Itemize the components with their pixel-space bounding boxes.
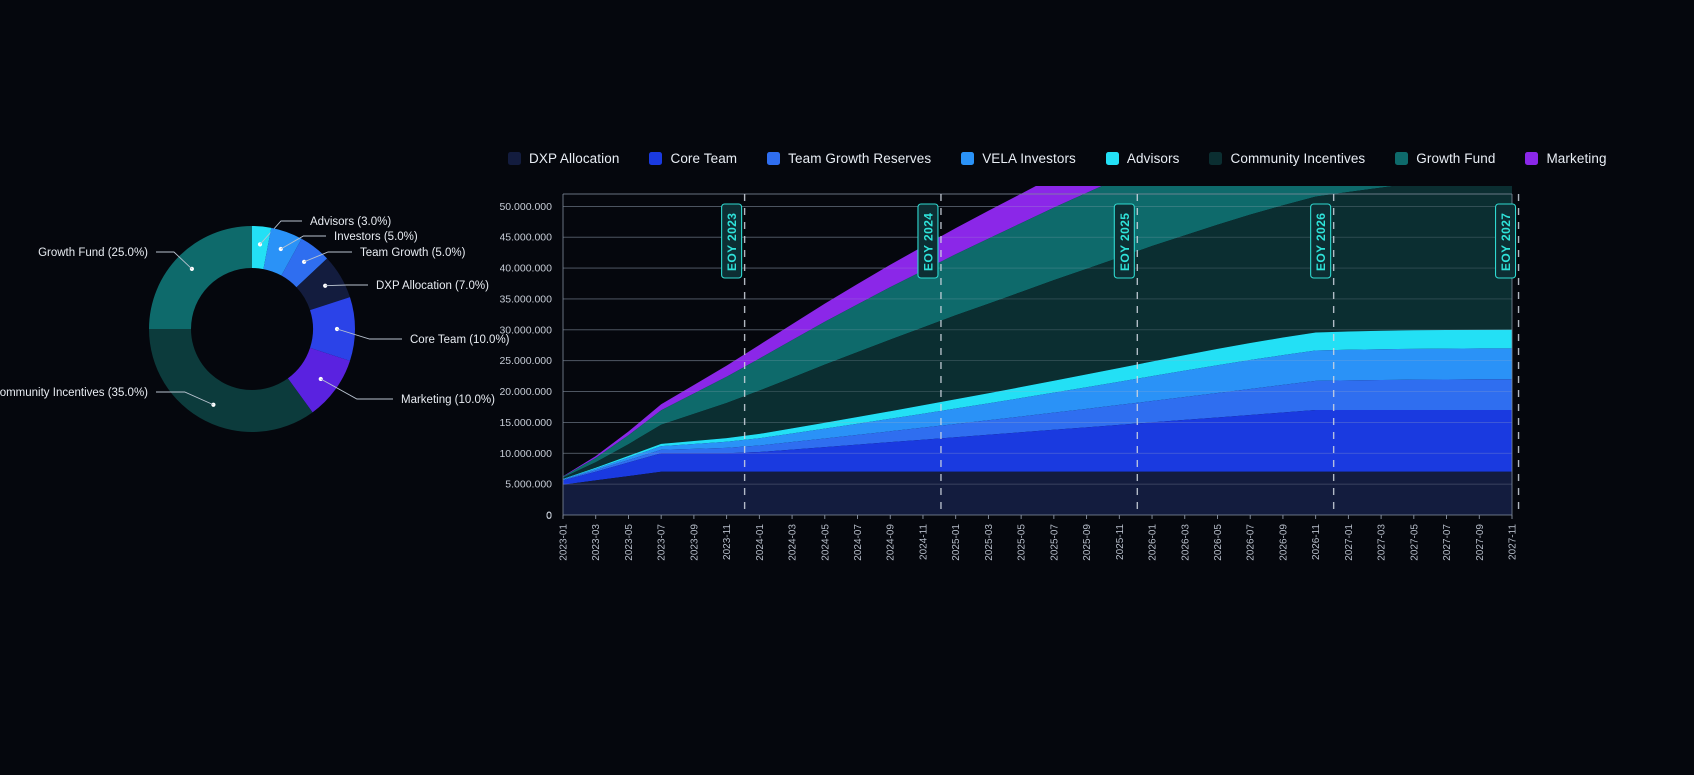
legend-swatch-icon — [767, 152, 781, 165]
x-axis-tick-label: 2024-09 — [886, 524, 897, 561]
donut-label-marketing: Marketing (10.0%) — [401, 394, 495, 406]
legend-swatch-icon — [1395, 152, 1409, 165]
x-axis-tick-label: 2027-01 — [1344, 524, 1355, 561]
donut-slice-community-incentives[interactable] — [149, 329, 313, 432]
legend-swatch-icon — [649, 152, 663, 165]
legend-label: DXP Allocation — [529, 151, 620, 166]
legend-swatch-icon — [508, 152, 521, 165]
x-axis-tick-label: 2026-01 — [1148, 524, 1159, 561]
plot-area: 0 5.000.000 10.000.000 15.000.000 20.000.000… — [500, 186, 1694, 606]
y-axis-tick-label: 20.000.000 — [500, 386, 552, 398]
area-band-dxp-allocation[interactable] — [563, 471, 1512, 515]
x-axis-tick-label: 2023-03 — [591, 524, 602, 561]
legend-item-dxp-allocation[interactable]: DXP Allocation — [508, 151, 619, 166]
x-axis-tick-label: 2026-07 — [1246, 524, 1257, 561]
donut-slice-growth-fund[interactable] — [149, 226, 252, 329]
x-axis-tick-label: 2025-09 — [1082, 524, 1093, 561]
x-axis-tick-label: 2027-03 — [1377, 524, 1388, 561]
donut-label-community-incentives: Community Incentives (35.0%) — [0, 387, 148, 399]
y-axis-tick-label: 15.000.000 — [500, 417, 552, 429]
tokenomics-dashboard: Advisors (3.0%) Investors (5.0%) Team Grow… — [0, 0, 1694, 775]
legend-item-growth-fund[interactable]: Growth Fund — [1395, 151, 1495, 166]
eoy-badge-label: EOY 2026 — [1314, 213, 1328, 271]
donut-leader-line — [325, 284, 368, 287]
x-axis-tick-label: 2026-03 — [1180, 524, 1191, 561]
x-axis-tick-label: 2023-09 — [689, 524, 700, 561]
x-axis-tick-label: 2023-05 — [624, 524, 635, 561]
donut-svg: Advisors (3.0%) Investors (5.0%) Team Grow… — [0, 216, 510, 432]
eoy-badge-label: EOY 2027 — [1499, 213, 1513, 271]
eoy-badge-label: EOY 2024 — [921, 213, 935, 271]
legend-label: Team Growth Reserves — [788, 151, 932, 166]
x-axis-tick-label: 2024-05 — [820, 524, 831, 561]
x-axis-tick-label: 2027-11 — [1508, 524, 1519, 560]
legend-swatch-icon — [961, 152, 975, 165]
legend-label: Community Incentives — [1230, 151, 1366, 166]
x-axis-tick-label: 2027-05 — [1409, 524, 1420, 561]
x-axis-tick-label: 2024-11 — [918, 524, 929, 560]
legend-item-community-incentives[interactable]: Community Incentives — [1209, 151, 1365, 166]
donut-label-dxp-allocation: DXP Allocation (7.0%) — [376, 280, 489, 292]
legend-label: Advisors — [1126, 151, 1180, 166]
x-axis-tick-label: 2025-03 — [984, 524, 995, 561]
x-axis-tick-label: 2023-11 — [722, 524, 733, 560]
legend-label: Marketing — [1546, 151, 1607, 166]
donut-label-team-growth: Team Growth (5.0%) — [360, 247, 466, 259]
donut-label-growth-fund: Growth Fund (25.0%) — [38, 247, 148, 259]
x-axis-tick-label: 2024-01 — [755, 524, 766, 561]
legend-label: VELA Investors — [982, 151, 1076, 166]
legend-item-team-growth-reserves[interactable]: Team Growth Reserves — [767, 151, 931, 166]
x-axis-tick-label: 2026-09 — [1278, 524, 1289, 561]
legend-swatch-icon — [1525, 152, 1539, 165]
donut-label-core-team: Core Team (10.0%) — [410, 334, 510, 346]
x-axis-tick-label: 2023-01 — [559, 524, 570, 561]
legend-item-marketing[interactable]: Marketing — [1525, 151, 1607, 166]
x-axis-tick-label: 2025-01 — [951, 524, 962, 561]
legend-label: Growth Fund — [1416, 151, 1496, 166]
x-axis-tick-label: 2026-11 — [1311, 524, 1322, 560]
x-axis-tick-label: 2024-07 — [853, 524, 864, 561]
x-axis-tick-label: 2025-05 — [1017, 524, 1028, 561]
x-axis-tick-label: 2024-03 — [788, 524, 799, 561]
eoy-badge-label: EOY 2023 — [725, 213, 739, 271]
legend-swatch-icon — [1105, 152, 1119, 165]
x-axis-tick-label: 2026-05 — [1213, 524, 1224, 561]
y-axis-zero-label: 0 — [546, 510, 552, 522]
y-axis-tick-label: 30.000.000 — [500, 324, 552, 336]
legend-item-advisors[interactable]: Advisors — [1105, 151, 1180, 166]
plot-svg: 0 5.000.000 10.000.000 15.000.000 20.000.000… — [500, 186, 1520, 561]
x-axis-tick-label: 2023-07 — [657, 524, 668, 561]
legend-label: Core Team — [670, 151, 738, 166]
y-axis-tick-label: 40.000.000 — [500, 263, 552, 275]
x-axis-tick-label: 2027-07 — [1442, 524, 1453, 561]
eoy-badge-label: EOY 2025 — [1118, 213, 1132, 271]
x-axis-tick-label: 2025-11 — [1115, 524, 1126, 560]
donut-label-investors: Investors (5.0%) — [334, 231, 418, 243]
y-axis-tick-label: 5.000.000 — [505, 479, 552, 491]
allocation-donut-chart: Advisors (3.0%) Investors (5.0%) Team Grow… — [0, 0, 520, 775]
y-axis-tick-label: 50.000.000 — [500, 201, 552, 213]
chart-legend: DXP Allocation Core Team Team Growth Reser… — [508, 151, 1637, 166]
y-axis-tick-label: 25.000.000 — [500, 355, 552, 367]
y-axis-tick-label: 10.000.000 — [500, 448, 552, 460]
legend-item-vela-investors[interactable]: VELA Investors — [961, 151, 1076, 166]
y-axis-tick-label: 35.000.000 — [500, 293, 552, 305]
x-axis-tick-label: 2027-09 — [1475, 524, 1486, 561]
legend-item-core-team[interactable]: Core Team — [649, 151, 737, 166]
vesting-area-chart: DXP Allocation Core Team Team Growth Reser… — [500, 0, 1694, 775]
donut-label-advisors: Advisors (3.0%) — [310, 216, 391, 228]
y-axis-tick-label: 45.000.000 — [500, 232, 552, 244]
x-axis-tick-label: 2025-07 — [1049, 524, 1060, 561]
legend-swatch-icon — [1209, 152, 1223, 165]
